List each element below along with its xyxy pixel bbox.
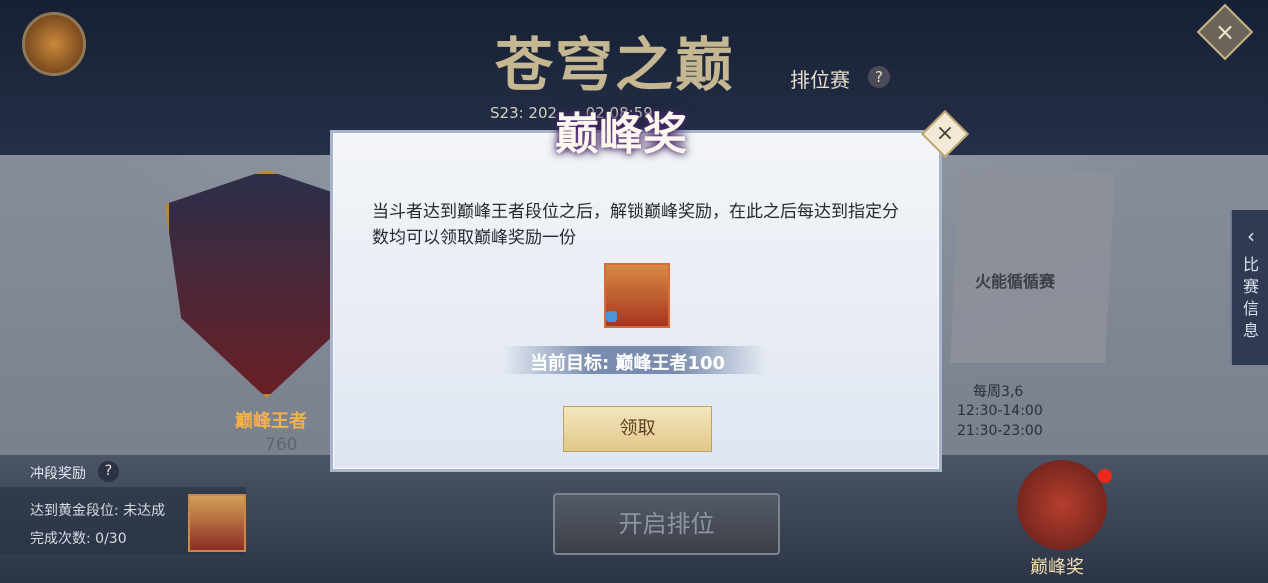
- event-time-1: 12:30-14:00: [957, 403, 1043, 419]
- event-title: 火能循循赛: [975, 272, 1056, 291]
- current-target: 当前目标: 巅峰王者100: [530, 353, 726, 374]
- claim-button[interactable]: 领取: [563, 406, 712, 452]
- start-ranked-button[interactable]: 开启排位: [553, 493, 780, 555]
- help-icon[interactable]: ?: [98, 461, 119, 482]
- notification-dot: [1098, 469, 1112, 483]
- chevron-left-icon: ‹: [1247, 224, 1255, 248]
- event-day: 每周3,6: [973, 384, 1024, 400]
- rank-score: 760: [265, 435, 298, 455]
- treasure-chest-icon[interactable]: [22, 12, 86, 76]
- reward-chest-icon[interactable]: [188, 494, 246, 552]
- modal-title: 巅峰奖: [555, 109, 687, 160]
- rush-progress: 完成次数: 0/30: [30, 531, 127, 547]
- lock-icon: [606, 311, 617, 322]
- side-tab-label: 比赛信息: [1242, 255, 1259, 340]
- page-subtitle: 排位赛: [790, 68, 850, 92]
- peak-reward-chest-icon[interactable]: [1017, 460, 1107, 550]
- rush-reward-title: 冲段奖励: [30, 466, 86, 482]
- modal-description: 当斗者达到巅峰王者段位之后，解锁巅峰奖励，在此之后每达到指定分数均可以领取巅峰奖…: [372, 202, 899, 248]
- page-title: 苍穹之巅: [495, 31, 736, 99]
- close-icon: ×: [1214, 18, 1236, 46]
- help-icon[interactable]: ?: [868, 66, 890, 88]
- rush-condition: 达到黄金段位: 未达成: [30, 503, 166, 519]
- peak-reward-label: 巅峰奖: [1030, 557, 1084, 578]
- event-time-2: 21:30-23:00: [957, 423, 1043, 439]
- close-icon: ×: [935, 121, 955, 146]
- rank-name: 巅峰王者: [235, 411, 307, 432]
- match-info-tab[interactable]: ‹ 比赛信息: [1230, 210, 1268, 365]
